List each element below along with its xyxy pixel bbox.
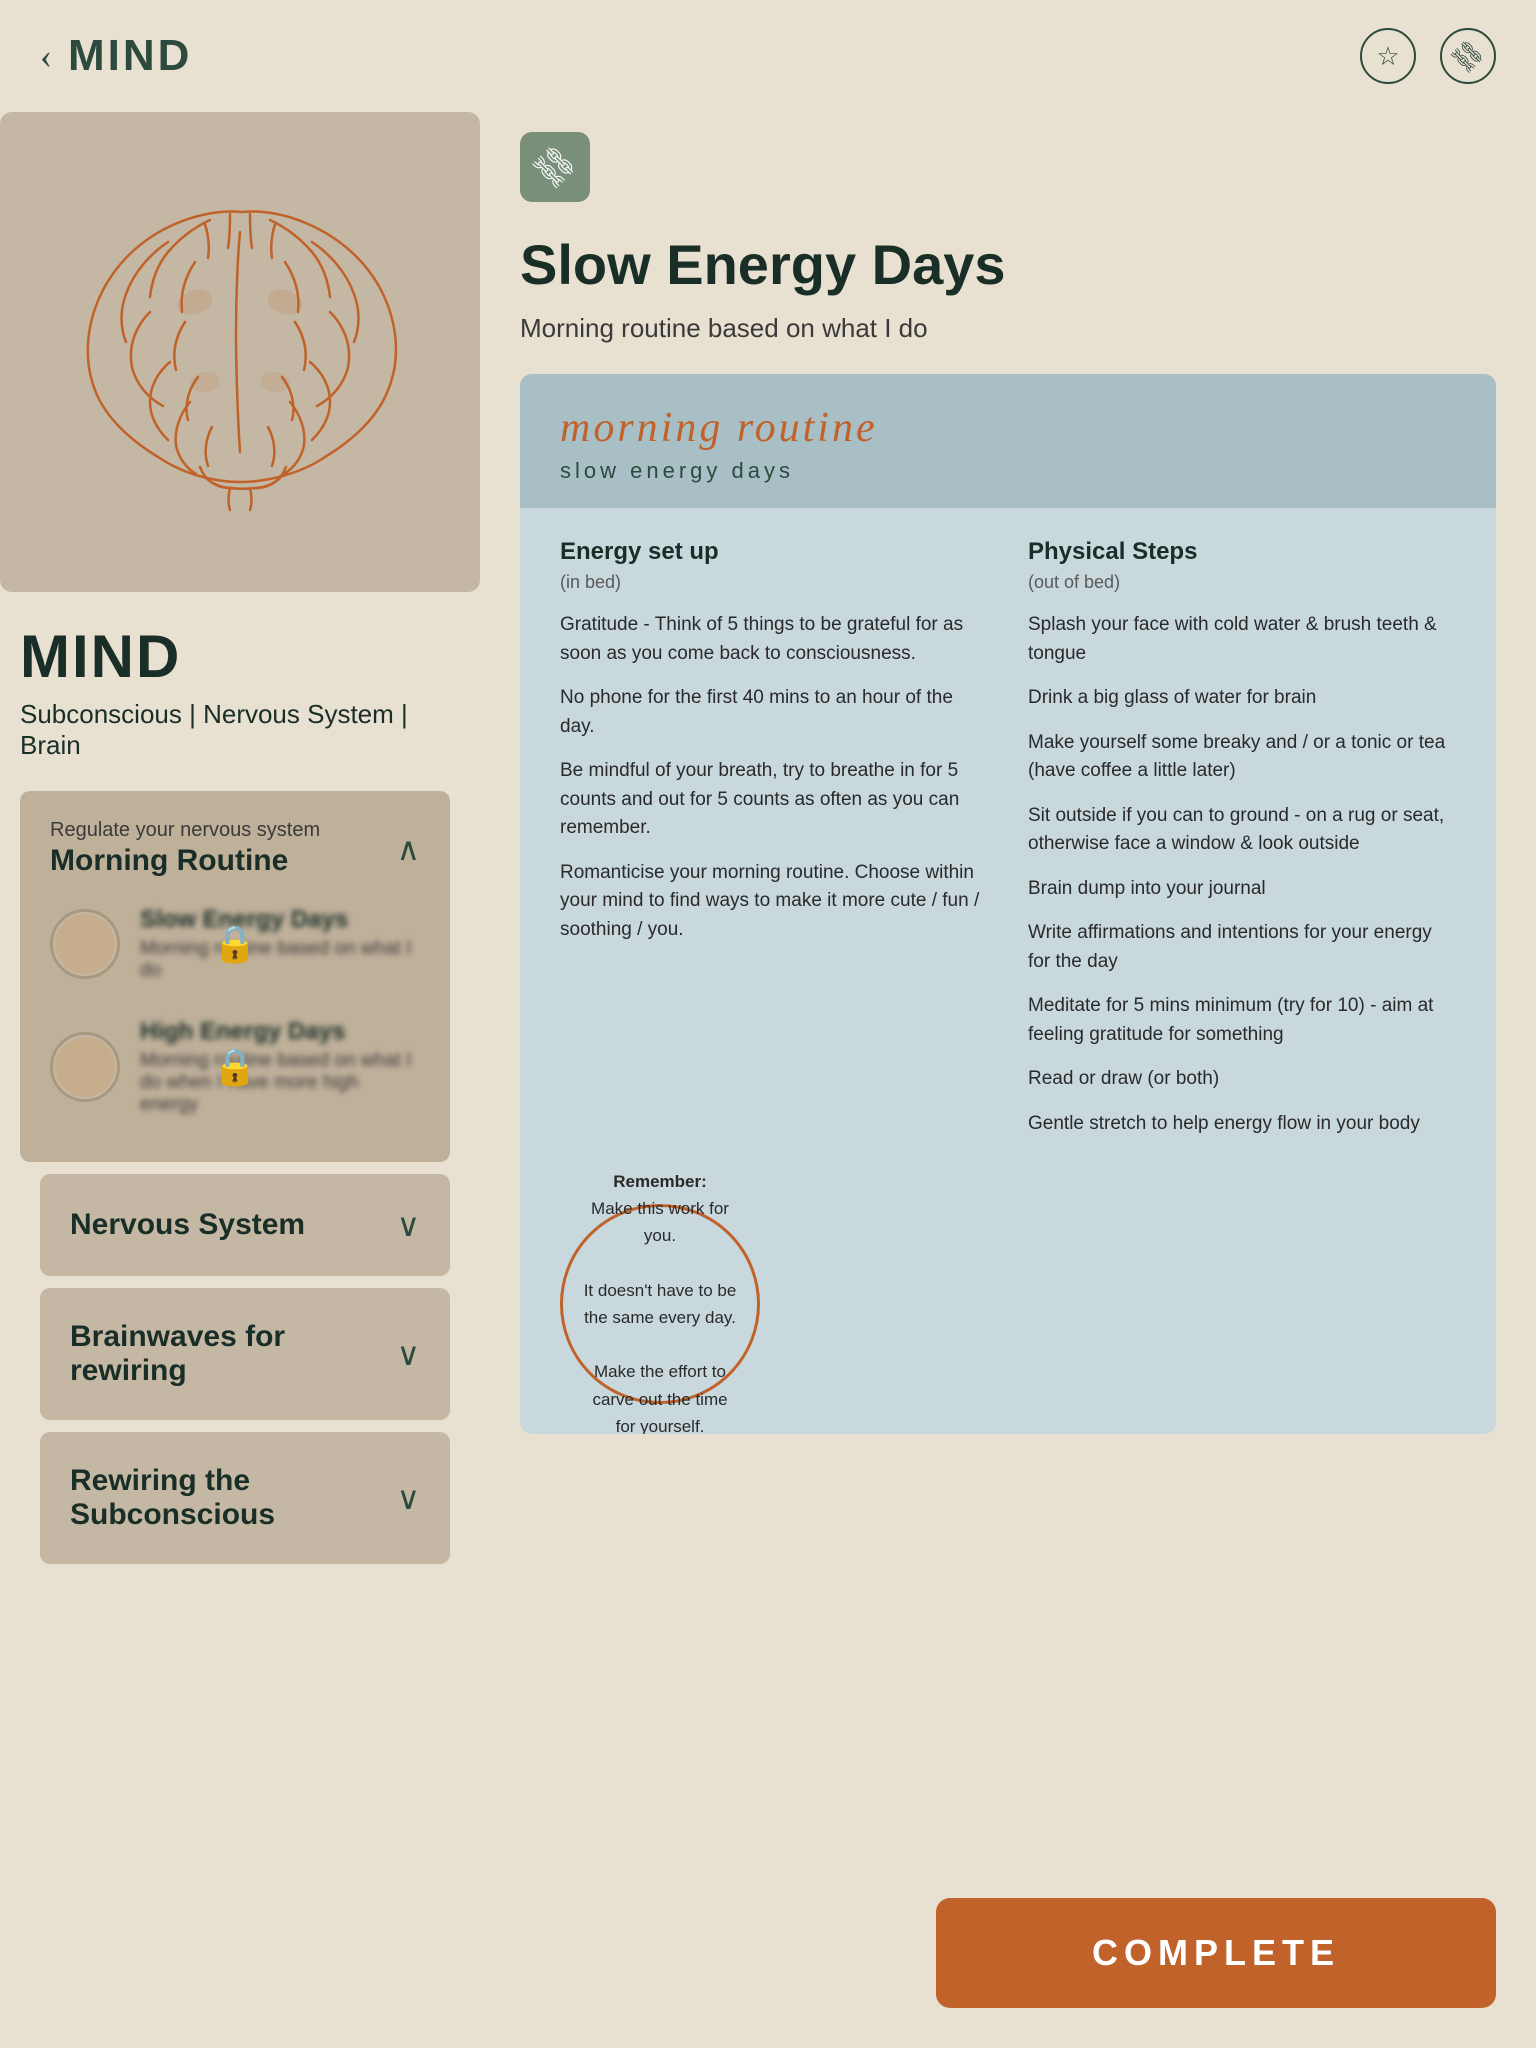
- mind-subtitle: Subconscious | Nervous System | Brain: [20, 699, 450, 761]
- right-panel: ⛓ Slow Energy Days Morning routine based…: [480, 112, 1536, 1616]
- left-content: MIND Subconscious | Nervous System | Bra…: [0, 592, 480, 1564]
- content-subtitle: Morning routine based on what I do: [520, 313, 1496, 344]
- link-badge[interactable]: ⛓: [520, 132, 590, 202]
- star-icon: ☆: [1376, 41, 1399, 72]
- high-energy-circle: [50, 1032, 120, 1102]
- nervous-system-header: Nervous System ∨: [70, 1206, 420, 1244]
- lock-icon-2: 🔒: [213, 1046, 258, 1088]
- physical-item-6: Write affirmations and intentions for yo…: [1028, 919, 1456, 976]
- physical-item-3: Make yourself some breaky and / or a ton…: [1028, 729, 1456, 786]
- brainwaves-title: Brainwaves for rewiring: [70, 1320, 397, 1388]
- accordion-title: Morning Routine: [50, 844, 320, 878]
- chevron-down-icon-3: ∨: [397, 1479, 420, 1517]
- physical-col-subtitle: (out of bed): [1028, 572, 1456, 593]
- remember-line-1: Make this work for you.: [591, 1199, 729, 1245]
- routine-card-body: Energy set up (in bed) Gratitude - Think…: [520, 508, 1496, 1184]
- content-title: Slow Energy Days: [520, 232, 1496, 297]
- complete-button[interactable]: COMPLETE: [936, 1898, 1496, 2008]
- sub-items: Slow Energy Days Morning routine based o…: [50, 878, 420, 1134]
- header-left: ‹ MIND: [40, 31, 192, 81]
- rewiring-accordion[interactable]: Rewiring the Subconscious ∨: [40, 1432, 450, 1564]
- slow-energy-circle: [50, 909, 120, 979]
- mind-title: MIND: [20, 622, 450, 691]
- circle-inner-2: [55, 1037, 115, 1097]
- brainwaves-header: Brainwaves for rewiring ∨: [70, 1320, 420, 1388]
- complete-button-label: COMPLETE: [1092, 1932, 1340, 1974]
- chevron-up-icon: ∧: [397, 830, 420, 868]
- chevron-down-icon-2: ∨: [397, 1335, 420, 1373]
- energy-item-4: Romanticise your morning routine. Choose…: [560, 859, 988, 945]
- slow-energy-desc: Morning routine based on what I do: [140, 938, 420, 982]
- slow-energy-days-item[interactable]: Slow Energy Days Morning routine based o…: [50, 888, 420, 1000]
- accordion-small-label: Regulate your nervous system: [50, 819, 320, 842]
- link-badge-icon: ⛓: [526, 138, 585, 197]
- physical-item-1: Splash your face with cold water & brush…: [1028, 611, 1456, 668]
- routine-card-header: morning routine slow energy days: [520, 374, 1496, 508]
- remember-line-3: Make the effort to carve out the time fo…: [592, 1362, 727, 1434]
- lock-icon: 🔒: [213, 923, 258, 965]
- physical-item-2: Drink a big glass of water for brain: [1028, 684, 1456, 713]
- routine-card-subtitle: slow energy days: [560, 458, 1456, 484]
- physical-col-title: Physical Steps: [1028, 538, 1456, 566]
- link-icon: ⛓: [1445, 33, 1490, 78]
- nervous-system-accordion[interactable]: Nervous System ∨: [40, 1174, 450, 1276]
- physical-item-5: Brain dump into your journal: [1028, 875, 1456, 904]
- energy-col-subtitle: (in bed): [560, 572, 988, 593]
- slow-energy-content: Slow Energy Days Morning routine based o…: [140, 906, 420, 982]
- remember-heading: Remember:: [613, 1172, 707, 1191]
- left-panel: MIND Subconscious | Nervous System | Bra…: [0, 112, 480, 1616]
- physical-item-8: Read or draw (or both): [1028, 1065, 1456, 1094]
- accordion-header: Regulate your nervous system Morning Rou…: [50, 819, 420, 878]
- brain-image: [0, 112, 480, 592]
- energy-item-2: No phone for the first 40 mins to an hou…: [560, 684, 988, 741]
- energy-col: Energy set up (in bed) Gratitude - Think…: [560, 538, 988, 1154]
- link-button[interactable]: ⛓: [1440, 28, 1496, 84]
- chevron-down-icon-1: ∨: [397, 1206, 420, 1244]
- accordion-labels: Regulate your nervous system Morning Rou…: [50, 819, 320, 878]
- remember-line-2: It doesn't have to be the same every day…: [584, 1281, 737, 1327]
- slow-energy-title: Slow Energy Days: [140, 906, 420, 934]
- physical-item-4: Sit outside if you can to ground - on a …: [1028, 802, 1456, 859]
- back-button[interactable]: ‹: [40, 35, 52, 77]
- energy-item-1: Gratitude - Think of 5 things to be grat…: [560, 611, 988, 668]
- high-energy-desc: Morning routine based on what I do when …: [140, 1050, 420, 1116]
- favorite-button[interactable]: ☆: [1360, 28, 1416, 84]
- rewiring-header: Rewiring the Subconscious ∨: [70, 1464, 420, 1532]
- physical-col: Physical Steps (out of bed) Splash your …: [1028, 538, 1456, 1154]
- energy-col-title: Energy set up: [560, 538, 988, 566]
- rewiring-title: Rewiring the Subconscious: [70, 1464, 397, 1532]
- brainwaves-accordion[interactable]: Brainwaves for rewiring ∨: [40, 1288, 450, 1420]
- physical-item-7: Meditate for 5 mins minimum (try for 10)…: [1028, 992, 1456, 1049]
- main-content: MIND Subconscious | Nervous System | Bra…: [0, 112, 1536, 1616]
- bottom-accordions: Nervous System ∨ Brainwaves for rewiring…: [20, 1174, 450, 1564]
- header: ‹ MIND ☆ ⛓: [0, 0, 1536, 112]
- morning-routine-accordion[interactable]: Regulate your nervous system Morning Rou…: [20, 791, 450, 1162]
- nervous-system-title: Nervous System: [70, 1208, 305, 1242]
- header-title: MIND: [68, 31, 192, 81]
- header-icons: ☆ ⛓: [1360, 28, 1496, 84]
- routine-card: morning routine slow energy days Energy …: [520, 374, 1496, 1434]
- remember-text: Remember: Make this work for you. It doe…: [583, 1168, 737, 1434]
- high-energy-days-item[interactable]: High Energy Days Morning routine based o…: [50, 1000, 420, 1134]
- high-energy-title: High Energy Days: [140, 1018, 420, 1046]
- remember-circle: Remember: Make this work for you. It doe…: [560, 1204, 760, 1404]
- routine-card-title: morning routine: [560, 404, 1456, 452]
- high-energy-content: High Energy Days Morning routine based o…: [140, 1018, 420, 1116]
- circle-inner: [55, 914, 115, 974]
- physical-item-9: Gentle stretch to help energy flow in yo…: [1028, 1110, 1456, 1139]
- energy-item-3: Be mindful of your breath, try to breath…: [560, 757, 988, 843]
- remember-container: Remember: Make this work for you. It doe…: [520, 1204, 1496, 1434]
